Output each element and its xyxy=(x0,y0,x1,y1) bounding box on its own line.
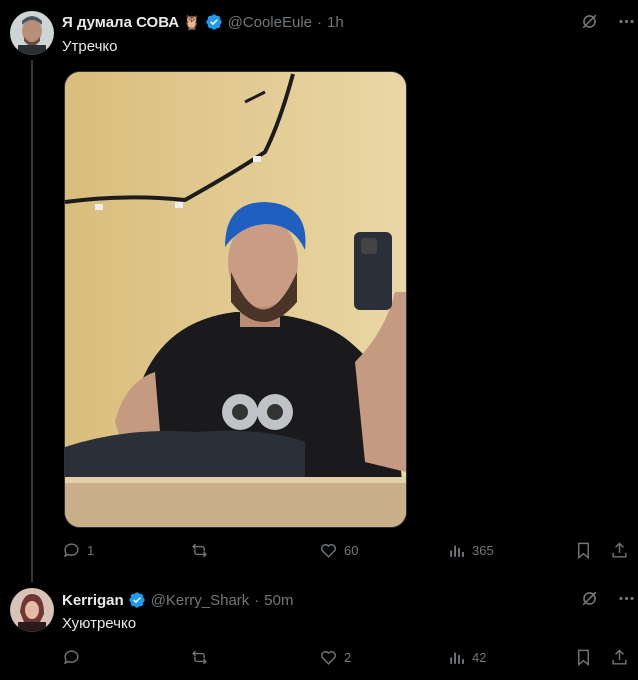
author-avatar[interactable] xyxy=(10,588,54,632)
tweet-text: Утречко xyxy=(62,38,118,55)
bookmark-button[interactable] xyxy=(574,648,593,667)
separator-dot: · xyxy=(317,13,323,31)
tweet-text: Хуютречко xyxy=(62,615,137,632)
tweet-actions: 1 60 365 xyxy=(62,541,628,563)
share-button[interactable] xyxy=(610,541,629,560)
tweet-2[interactable]: Kerrigan @Kerry_Shark · 50m Хуютречко 2 xyxy=(0,580,638,680)
like-button[interactable]: 60 xyxy=(319,541,358,560)
views-count: 42 xyxy=(472,650,487,665)
more-icon[interactable] xyxy=(617,589,636,613)
share-button[interactable] xyxy=(610,648,629,667)
owl-emoji: 🦉 xyxy=(183,13,201,30)
separator-dot: · xyxy=(254,591,260,609)
grok-icon[interactable] xyxy=(580,589,599,613)
bookmark-button[interactable] xyxy=(574,541,593,560)
author-avatar[interactable] xyxy=(10,11,54,55)
verified-icon xyxy=(129,592,145,608)
thread-line xyxy=(31,60,33,582)
like-button[interactable]: 2 xyxy=(319,648,351,667)
reply-button[interactable] xyxy=(62,648,87,667)
timestamp[interactable]: 50m xyxy=(264,592,293,609)
verified-icon xyxy=(205,14,222,30)
tweet-actions: 2 42 xyxy=(62,648,628,670)
views-button[interactable]: 365 xyxy=(447,541,494,560)
views-count: 365 xyxy=(472,543,494,558)
tweet-header: Kerrigan @Kerry_Shark · 50m xyxy=(62,590,293,610)
author-handle[interactable]: @CooleEule xyxy=(228,14,312,31)
more-icon[interactable] xyxy=(617,12,636,36)
timestamp[interactable]: 1h xyxy=(327,14,344,31)
retweet-button[interactable] xyxy=(190,541,215,560)
tweet-photo[interactable] xyxy=(64,71,407,528)
author-name[interactable]: Kerrigan xyxy=(62,592,124,609)
tweet-top-actions xyxy=(580,589,636,613)
author-name[interactable]: Я думала СОВА xyxy=(62,14,179,31)
reply-button[interactable]: 1 xyxy=(62,541,94,560)
author-handle[interactable]: @Kerry_Shark xyxy=(151,592,250,609)
like-count: 60 xyxy=(344,543,359,558)
tweet-1[interactable]: Я думала СОВА 🦉 @CooleEule · 1h Утречко xyxy=(0,0,638,582)
retweet-button[interactable] xyxy=(190,648,215,667)
reply-count: 1 xyxy=(87,543,95,558)
like-count: 2 xyxy=(344,650,352,665)
grok-icon[interactable] xyxy=(580,12,599,36)
tweet-top-actions xyxy=(580,12,636,36)
tweet-header: Я думала СОВА 🦉 @CooleEule · 1h xyxy=(62,12,344,32)
views-button[interactable]: 42 xyxy=(447,648,486,667)
